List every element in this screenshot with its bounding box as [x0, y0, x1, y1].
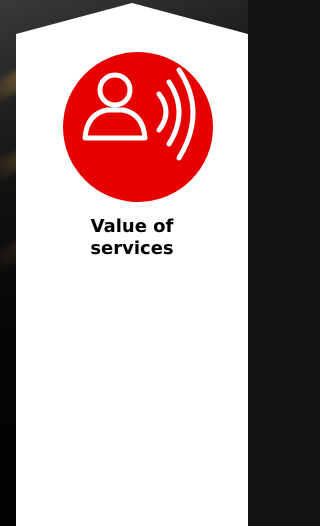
tile-title-line1: Value of: [90, 216, 174, 237]
tile-title-line2: services: [90, 238, 174, 259]
person-soundwave-icon: [63, 52, 213, 202]
tile-title: Value of services: [16, 216, 248, 260]
